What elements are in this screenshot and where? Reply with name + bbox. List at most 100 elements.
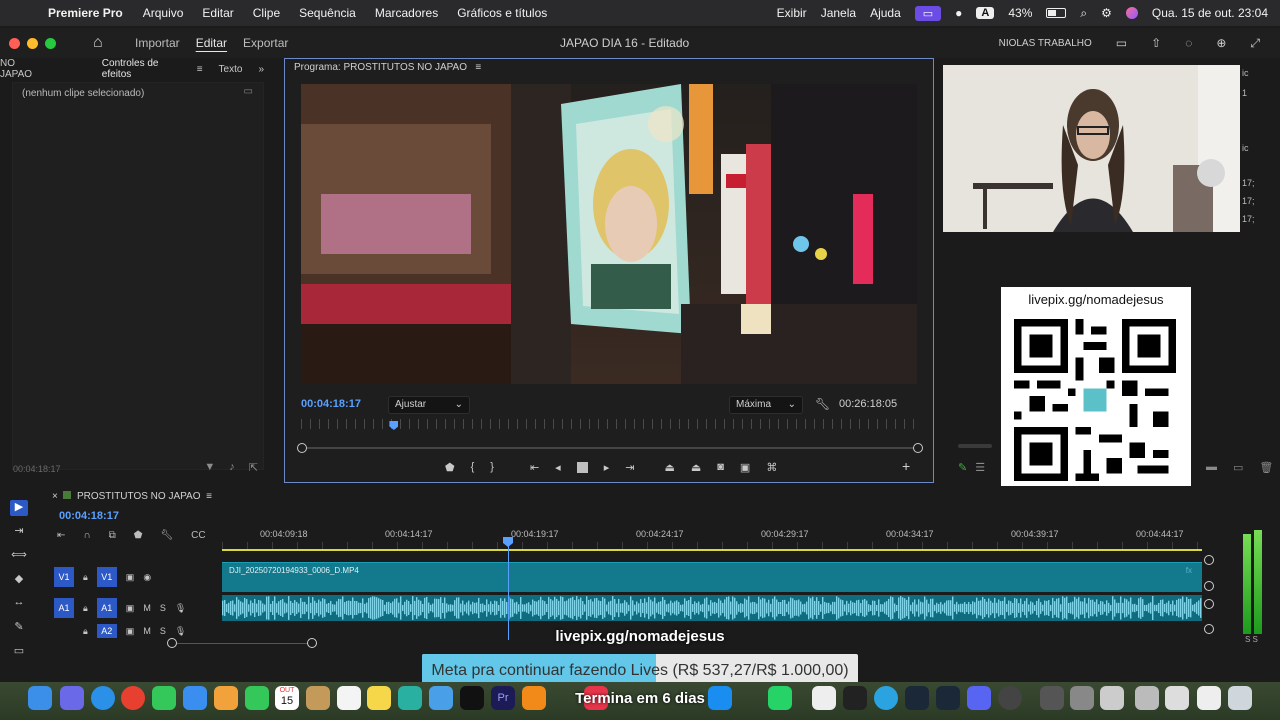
tab-text[interactable]: Texto (219, 64, 243, 75)
scrollbar-start-handle[interactable] (297, 443, 307, 453)
tab-editar[interactable]: Editar (196, 36, 227, 50)
window-thumb-6[interactable] (1197, 686, 1221, 710)
launchpad-icon[interactable] (60, 686, 84, 710)
lift-icon[interactable]: ⏏ (664, 461, 674, 474)
keyboard-layout[interactable]: A (976, 7, 995, 19)
lock-icon[interactable]: 🔒︎ (83, 626, 88, 637)
timeline-settings-icon[interactable]: 🔧︎ (160, 530, 173, 541)
siri-icon[interactable] (1125, 7, 1138, 19)
photos-icon[interactable] (214, 686, 238, 710)
sync-icon[interactable]: ▣ (126, 603, 135, 614)
pages-icon[interactable] (522, 686, 546, 710)
menu-sequencia[interactable]: Sequência (299, 6, 356, 20)
quality-dropdown[interactable]: Máxima ⌄ (729, 396, 803, 414)
lock-icon[interactable]: 🔒︎ (83, 603, 88, 614)
fullscreen-icon[interactable]: ⤢ (1250, 36, 1260, 51)
mark-in-icon[interactable]: { (471, 461, 475, 473)
window-thumb-2[interactable] (1070, 686, 1094, 710)
sequence-tab[interactable]: × PROSTITUTOS NO JAPAO ≡ (52, 491, 212, 502)
add-marker-icon[interactable]: ⬟ (445, 461, 455, 474)
list-view-icon[interactable]: ☰ (975, 461, 985, 474)
track-height-knob-v[interactable] (1204, 555, 1214, 565)
mark-out-icon[interactable]: } (490, 461, 494, 473)
menu-clipe[interactable]: Clipe (253, 6, 280, 20)
timeline-playhead-line[interactable] (508, 540, 509, 640)
program-current-time[interactable]: 00:04:18:17 (301, 398, 361, 410)
share-icon[interactable]: ⇧ (1151, 36, 1161, 50)
track-scroll-knob-a[interactable] (1204, 624, 1214, 634)
menu-graficos[interactable]: Gráficos e títulos (457, 6, 547, 20)
work-area-bar[interactable] (222, 549, 1202, 551)
steam-2-icon[interactable] (936, 686, 960, 710)
tv-icon[interactable] (460, 686, 484, 710)
panel-slider[interactable] (958, 444, 992, 448)
messages-icon[interactable] (152, 686, 176, 710)
textedit-icon[interactable] (812, 686, 836, 710)
track-target-v1[interactable]: V1 (96, 567, 117, 587)
minimize-window-button[interactable] (27, 37, 38, 49)
track-select-icon[interactable]: ⇥ (10, 524, 28, 540)
stop-icon[interactable] (576, 461, 588, 473)
export-icon[interactable]: ⇱ (249, 461, 258, 474)
menubar-datetime[interactable]: Qua. 15 de out. 23:04 (1152, 6, 1268, 20)
terminal-icon[interactable] (843, 686, 867, 710)
window-thumb-4[interactable] (1135, 686, 1159, 710)
mic-icon[interactable]: 🎙︎ (175, 626, 186, 637)
pen-tool-icon[interactable]: ✎ (10, 620, 28, 636)
tab-exportar[interactable]: Exportar (243, 36, 288, 50)
mail-icon[interactable] (183, 686, 207, 710)
sync-icon[interactable]: ▣ (126, 572, 135, 583)
selection-tool-icon[interactable]: ▶ (10, 500, 28, 516)
camera-icon[interactable]: ◙ (717, 461, 724, 473)
timeline-current-time[interactable]: 00:04:18:17 (59, 510, 119, 522)
trash-icon[interactable]: 🗑︎ (1259, 461, 1273, 474)
premiere-icon[interactable]: Pr (491, 686, 515, 710)
zoom-start-handle[interactable] (167, 638, 177, 648)
timeline-zoom-bar[interactable] (167, 638, 317, 648)
program-video-frame[interactable] (301, 84, 917, 384)
solo-button[interactable]: S (160, 626, 166, 636)
panel-menu-icon[interactable]: ≡ (197, 64, 203, 75)
track-target-a1[interactable]: A1 (96, 598, 117, 618)
lock-icon[interactable]: 🔒︎ (83, 572, 88, 583)
screen-share-icon[interactable]: ▭ (914, 5, 942, 21)
user-icon[interactable]: ● (955, 6, 962, 20)
folder-icon[interactable]: ▬ (1206, 461, 1217, 474)
captions-icon[interactable]: CC (191, 530, 205, 541)
menu-editar[interactable]: Editar (202, 6, 233, 20)
go-to-in-icon[interactable]: ⇤ (530, 461, 539, 474)
reminders-icon[interactable] (337, 686, 361, 710)
zoom-end-handle[interactable] (307, 638, 317, 648)
razor-tool-icon[interactable]: ◆ (10, 572, 28, 588)
progress-icon[interactable]: ◌ (1185, 36, 1192, 50)
workspace-label[interactable]: NIOLAS TRABALHO (999, 38, 1092, 49)
sync-icon[interactable]: ▣ (126, 626, 135, 637)
tab-source[interactable]: NO JAPAO (0, 58, 50, 80)
panel-toggle-icon[interactable]: ▭ (244, 86, 253, 97)
safari-icon[interactable] (91, 686, 115, 710)
zoom-icon[interactable]: ⊕ (1216, 36, 1226, 50)
workspace-panel-icon[interactable]: ▭ (1116, 36, 1127, 50)
contacts-icon[interactable] (306, 686, 330, 710)
fit-dropdown[interactable]: Ajustar ⌄ (388, 396, 470, 414)
discord-icon[interactable] (967, 686, 991, 710)
tab-importar[interactable]: Importar (135, 36, 180, 50)
meter-labels[interactable]: S S (1245, 635, 1258, 644)
wrench-icon[interactable]: 🔧︎ (815, 397, 830, 411)
track-scroll-knob-v[interactable] (1204, 581, 1214, 591)
mute-button[interactable]: M (143, 603, 151, 613)
whatsapp-icon[interactable] (768, 686, 792, 710)
video-clip[interactable]: DJI_20250720194933_0006_D.MP4 fx (222, 562, 1202, 592)
freeform-icon[interactable] (398, 686, 422, 710)
step-forward-icon[interactable]: ▸ (604, 461, 610, 474)
compare-icon[interactable]: ▣ (740, 461, 750, 474)
maps-icon[interactable] (429, 686, 453, 710)
more-panels-icon[interactable]: » (258, 64, 264, 75)
mic-icon[interactable]: 🎙︎ (175, 603, 186, 614)
facetime-icon[interactable] (245, 686, 269, 710)
menu-exibir[interactable]: Exibir (777, 6, 807, 20)
track-source-a1[interactable]: A1 (54, 598, 74, 618)
extract-icon[interactable]: ⏏ (691, 461, 701, 474)
tab-effect-controls[interactable]: Controles de efeitos (102, 58, 191, 80)
menu-janela[interactable]: Janela (821, 6, 856, 20)
